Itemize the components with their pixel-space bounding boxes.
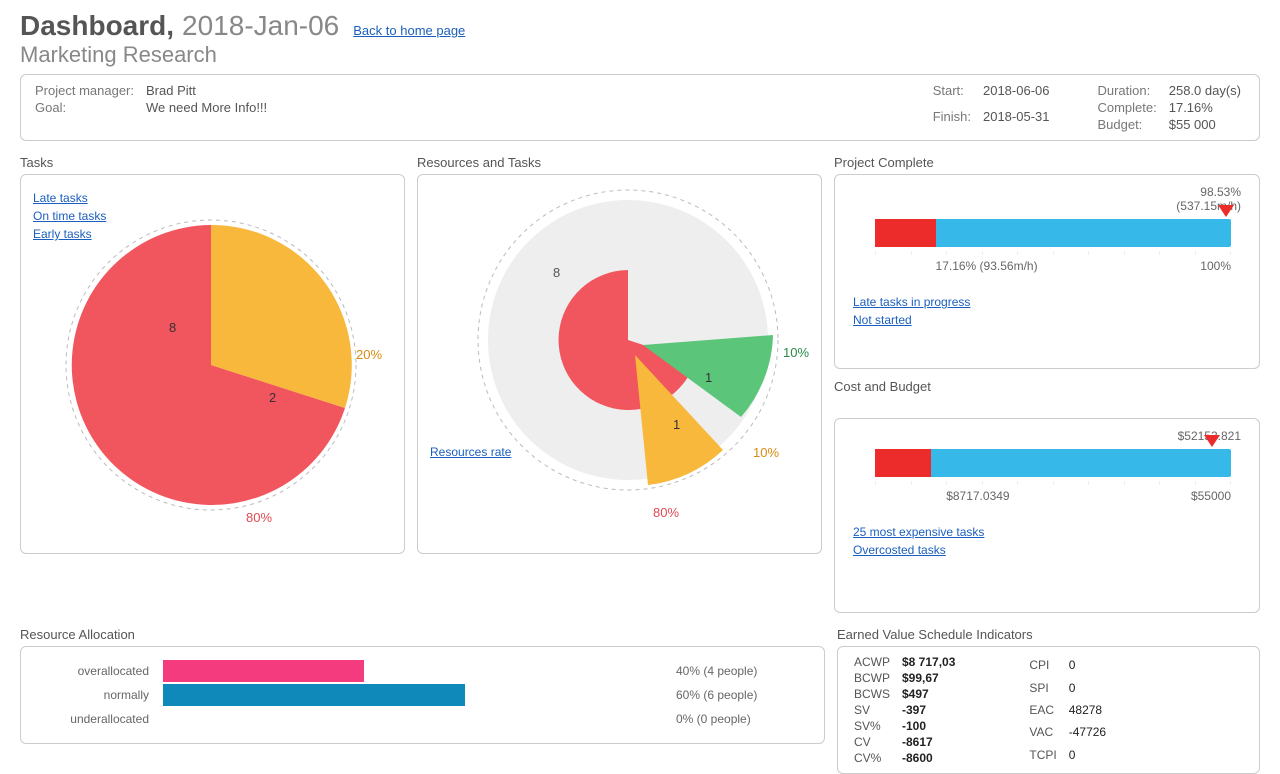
ra-under-label: underallocated (39, 712, 163, 726)
project-start: 2018-06-06 (983, 83, 1054, 107)
project-finish-label: Finish: (933, 109, 981, 133)
tasks-pie-pct80: 80% (246, 510, 272, 525)
tasks-pie: 8 2 20% 80% (51, 205, 371, 535)
cb-progress-bar (875, 449, 1231, 477)
project-duration: 258.0 day(s) (1169, 83, 1245, 98)
cb-left-label: $8717.0349 (946, 489, 1009, 503)
evsi-table-left: ACWP$8 717,03 BCWP$99,67 BCWS$497 SV-397… (852, 653, 967, 767)
resources-pie: 8 1 1 10% 10% 80% (473, 185, 813, 535)
page-date: 2018-Jan-06 (182, 10, 339, 42)
pc-right-label: 100% (1200, 259, 1231, 273)
late-tasks-link[interactable]: Late tasks (33, 191, 106, 205)
ra-norm-bar (163, 684, 465, 706)
pc-progress-bar (875, 219, 1231, 247)
resources-p10b: 10% (753, 445, 779, 460)
project-manager: Brad Pitt (146, 83, 271, 98)
evsi-table-right: CPI0 SPI0 EAC48278 VAC-47726 TCPI0 (1027, 653, 1118, 767)
project-budget: $55 000 (1169, 117, 1245, 132)
resources-panel-title: Resources and Tasks (417, 155, 822, 170)
page-title: Dashboard, (20, 10, 174, 42)
pc-left-label: 17.16% (93.56m/h) (936, 259, 1038, 273)
resources-amber-val: 1 (673, 417, 680, 432)
ra-norm-val: 60% (6 people) (666, 688, 806, 702)
tasks-pie-bigval: 8 (169, 320, 176, 335)
pc-marker-icon (1218, 205, 1234, 217)
late-tasks-progress-link[interactable]: Late tasks in progress (853, 295, 1241, 309)
project-goal-label: Goal: (35, 100, 144, 115)
tasks-panel-title: Tasks (20, 155, 405, 170)
resources-green-val: 1 (705, 370, 712, 385)
ra-over-bar (163, 660, 364, 682)
overcosted-tasks-link[interactable]: Overcosted tasks (853, 543, 1241, 557)
project-complete-title: Project Complete (834, 155, 1260, 170)
resources-p10a: 10% (783, 345, 809, 360)
ra-norm-label: normally (39, 688, 163, 702)
project-goal: We need More Info!!! (146, 100, 271, 115)
not-started-link[interactable]: Not started (853, 313, 1241, 327)
page-subtitle: Marketing Research (20, 42, 1260, 68)
evsi-title: Earned Value Schedule Indicators (837, 627, 1260, 642)
project-budget-label: Budget: (1097, 117, 1166, 132)
project-start-label: Start: (933, 83, 981, 107)
ra-over-val: 40% (4 people) (666, 664, 806, 678)
cb-marker-icon (1204, 435, 1220, 447)
ra-over-label: overallocated (39, 664, 163, 678)
project-summary: Project manager: Brad Pitt Goal: We need… (20, 74, 1260, 141)
resource-allocation-title: Resource Allocation (20, 627, 825, 642)
resources-outer-val: 8 (553, 265, 560, 280)
pc-marker-label: 98.53% (537.15m/h) (853, 185, 1241, 213)
project-finish: 2018-05-31 (983, 109, 1054, 133)
cb-marker-label: $52153.821 (853, 429, 1241, 443)
cb-right-label: $55000 (1191, 489, 1231, 503)
project-duration-label: Duration: (1097, 83, 1166, 98)
back-home-link[interactable]: Back to home page (353, 23, 465, 38)
pc-progress-red (875, 219, 936, 247)
project-complete: 17.16% (1169, 100, 1245, 115)
resource-allocation-chart: overallocated 40% (4 people) normally 60… (39, 659, 806, 731)
cb-progress-red (875, 449, 931, 477)
project-manager-label: Project manager: (35, 83, 144, 98)
expensive-tasks-link[interactable]: 25 most expensive tasks (853, 525, 1241, 539)
tasks-pie-pct20: 20% (356, 347, 382, 362)
project-complete-label: Complete: (1097, 100, 1166, 115)
ra-under-val: 0% (0 people) (666, 712, 806, 726)
resources-p80: 80% (653, 505, 679, 520)
cost-budget-title: Cost and Budget (834, 379, 1260, 394)
tasks-pie-smallval: 2 (269, 390, 276, 405)
